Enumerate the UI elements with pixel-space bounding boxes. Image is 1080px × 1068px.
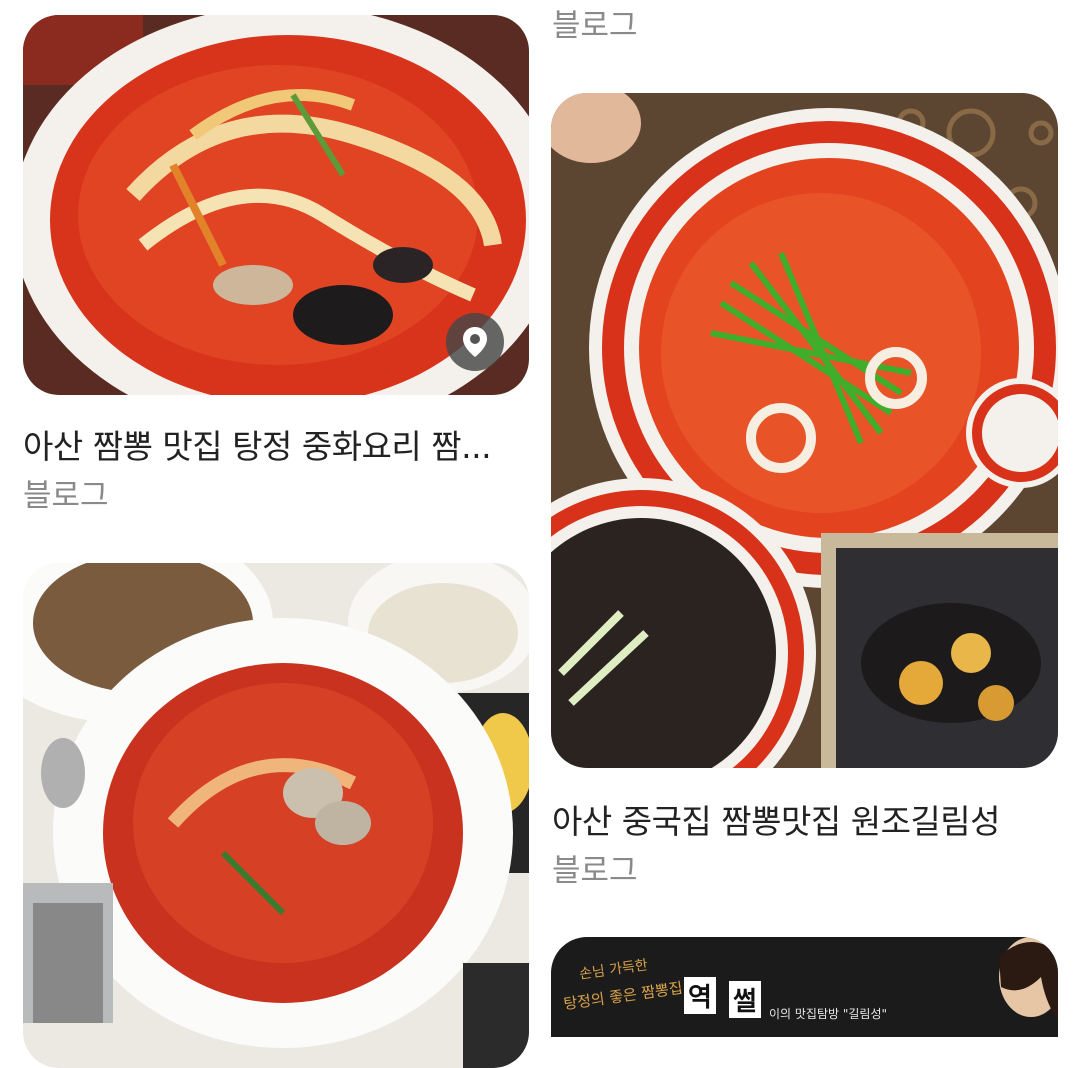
card-title[interactable]: 아산 짬뽕 맛집 탕정 중화요리 짬... — [23, 420, 492, 468]
card-image-jjamppong-2[interactable] — [551, 93, 1058, 768]
banner-text-right: 이의 맛집탐방 "길림성" — [769, 1007, 888, 1021]
banner-big-char2: 썰 — [729, 981, 761, 1018]
banner-big-char1: 역 — [684, 977, 716, 1014]
location-pin-icon — [463, 327, 487, 357]
source-label: 블로그 — [23, 478, 109, 514]
source-label: 블로그 — [552, 853, 638, 889]
card-image-blog-banner[interactable]: 손님 가득한 탕정의 좋은 짬뽕집 역 썰 이의 맛집탐방 "길림성" — [551, 937, 1058, 1068]
location-pin-button[interactable] — [446, 313, 504, 371]
card-image-jjamppong-3[interactable] — [23, 563, 529, 1068]
source-label: 블로그 — [552, 8, 638, 44]
card-title[interactable]: 아산 중국집 짬뽕맛집 원조길림성 — [552, 795, 1001, 843]
